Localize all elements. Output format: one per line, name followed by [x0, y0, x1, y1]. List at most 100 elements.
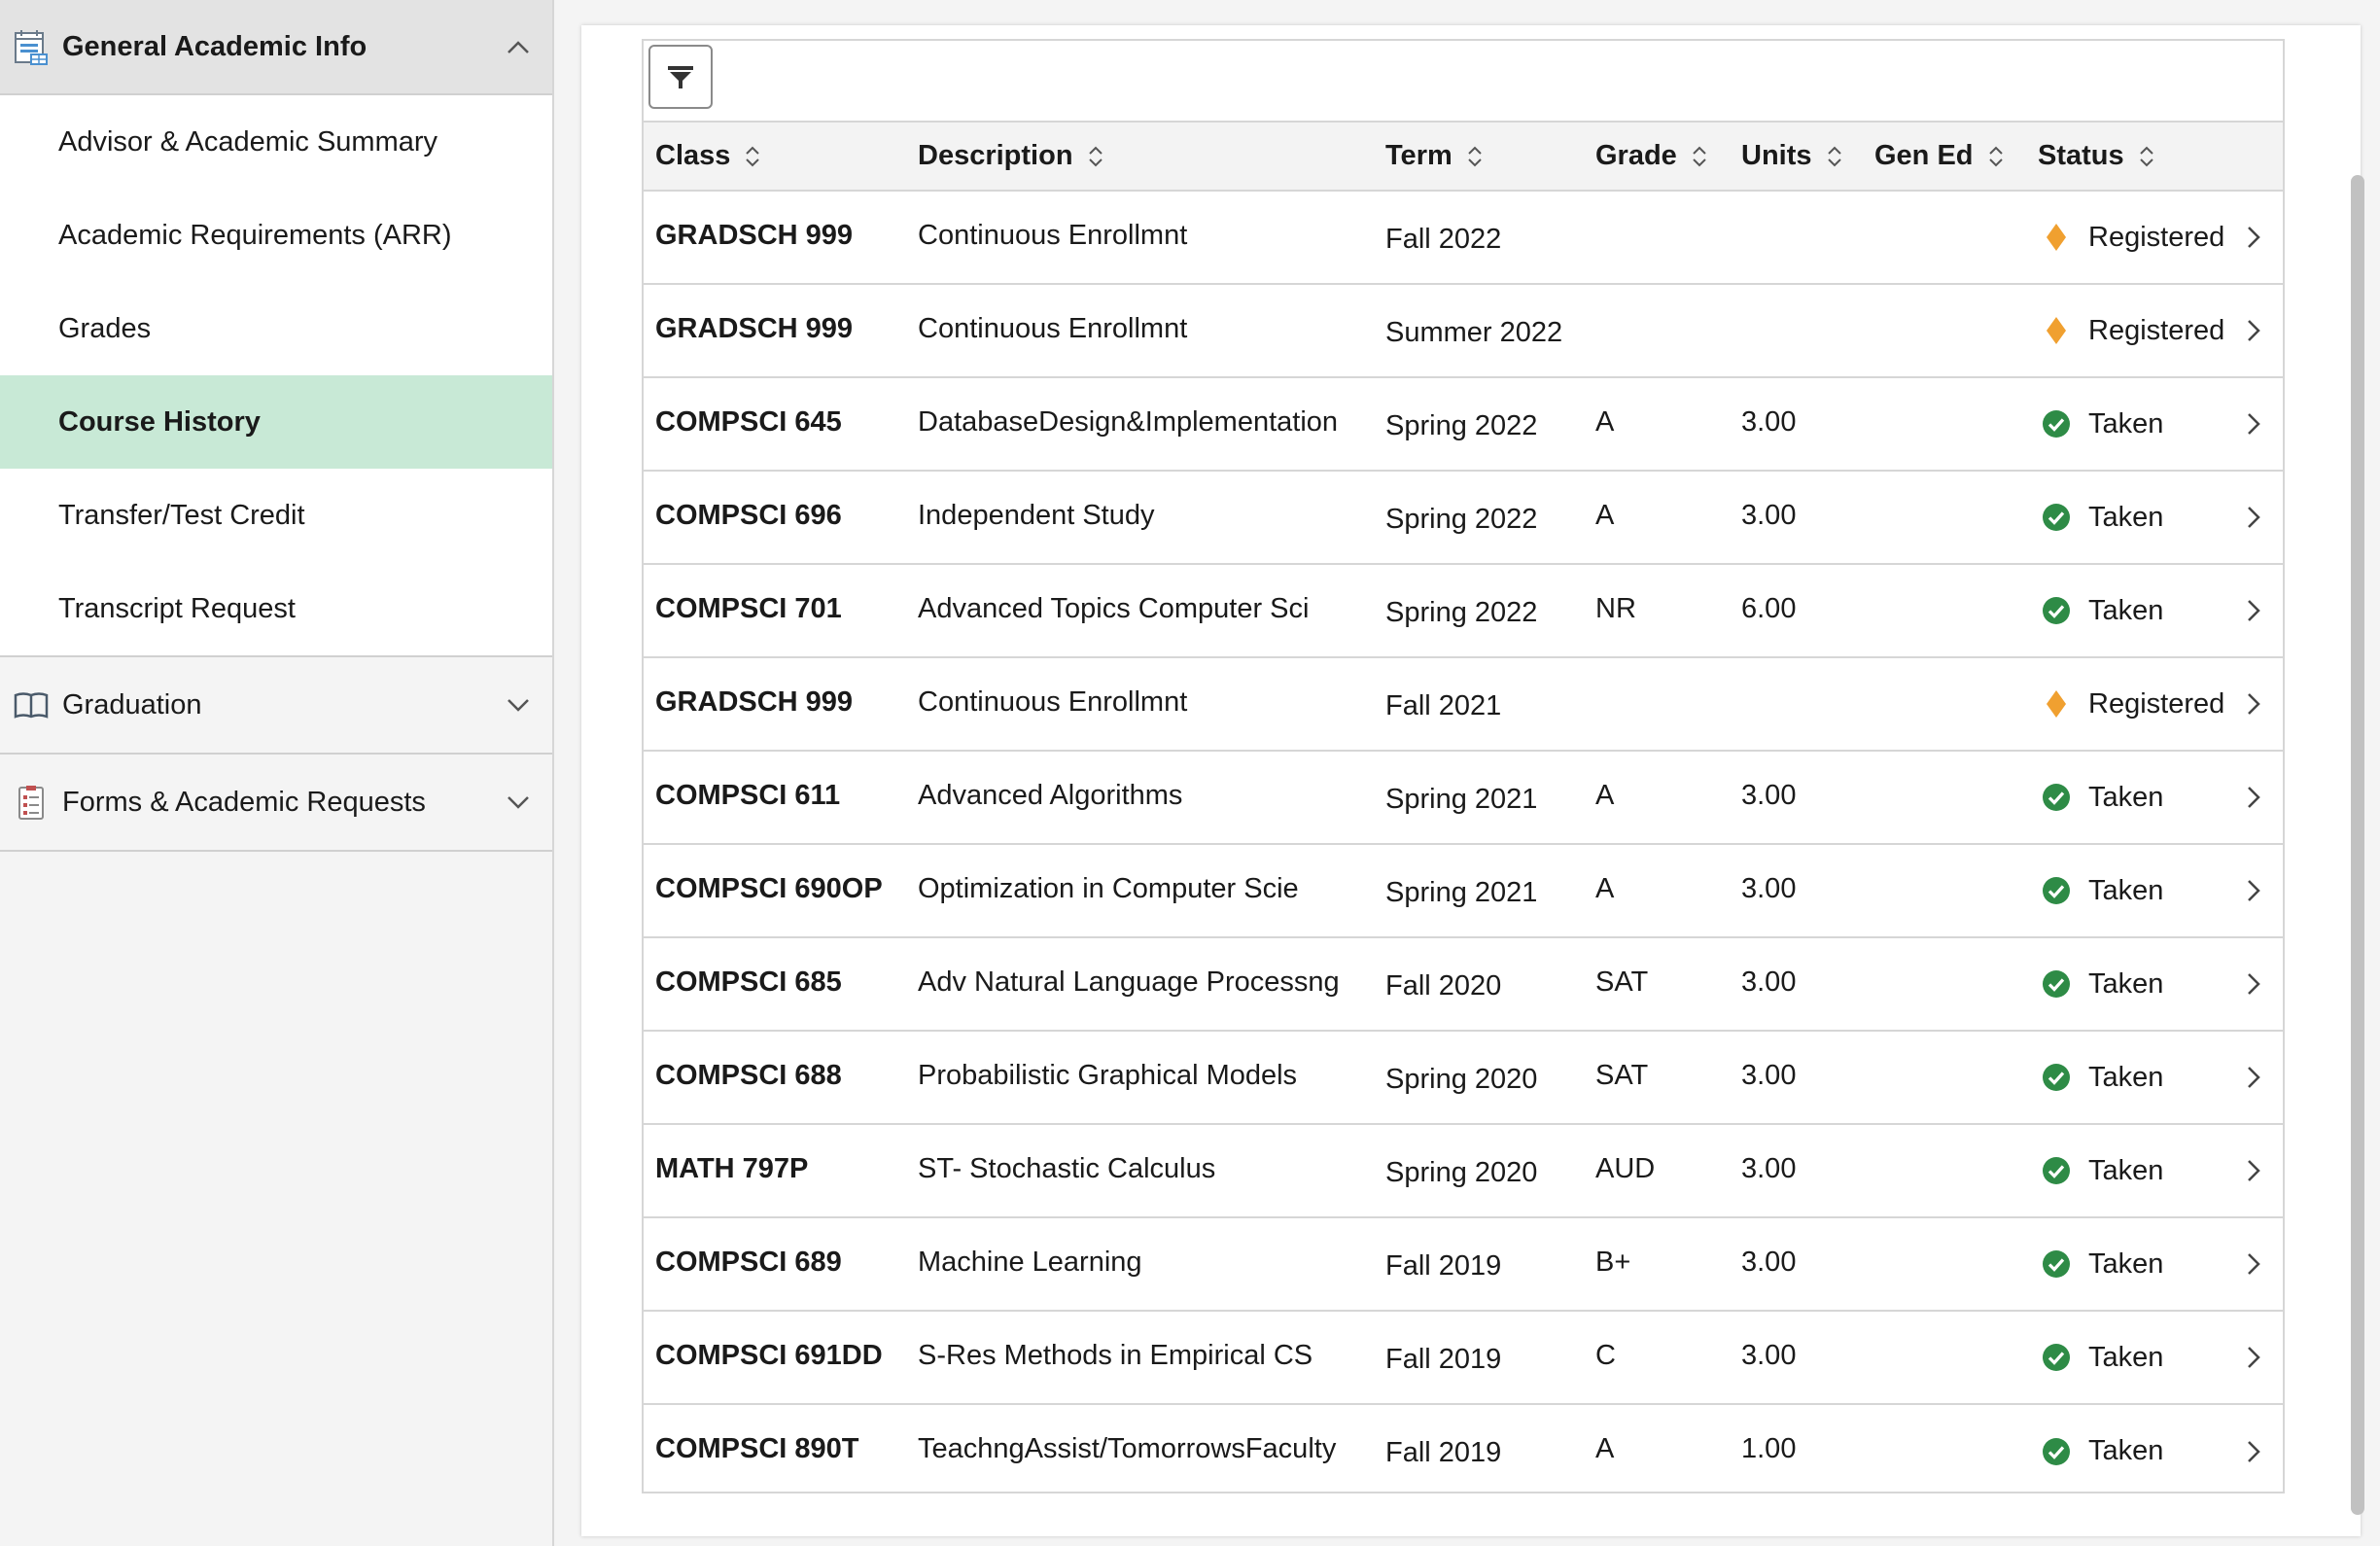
cell-class: COMPSCI 696	[655, 499, 842, 531]
status-label: Taken	[2088, 501, 2164, 533]
sidebar-item-grades[interactable]: Grades	[0, 282, 552, 375]
table-row[interactable]: COMPSCI 685 Adv Natural Language Processn…	[644, 937, 2283, 1031]
cell-description: Optimization in Computer Scie	[918, 872, 1299, 904]
sidebar-item-label: Transfer/Test Credit	[58, 499, 305, 531]
cell-class: COMPSCI 645	[655, 405, 842, 438]
cell-class: COMPSCI 688	[655, 1059, 842, 1091]
cell-gen-ed	[1863, 657, 2026, 751]
chevron-right-icon	[2248, 880, 2260, 901]
table-row[interactable]: COMPSCI 645 DatabaseDesign&Implementation…	[644, 377, 2283, 471]
column-header-status[interactable]: Status	[2026, 123, 2283, 192]
cell-class: COMPSCI 890T	[655, 1433, 859, 1464]
table-row[interactable]: COMPSCI 688 Probabilistic Graphical Model…	[644, 1031, 2283, 1124]
cell-class: COMPSCI 690OP	[655, 872, 883, 904]
status-label: Taken	[2088, 594, 2164, 626]
chevron-up-icon	[508, 41, 529, 53]
cell-grade	[1584, 189, 1730, 282]
table-row[interactable]: GRADSCH 999 Continuous Enrollmnt Fall 2022…	[644, 191, 2283, 284]
section-general-academic-info[interactable]: General Academic Info	[0, 0, 552, 95]
cell-units: 3.00	[1741, 872, 1797, 904]
table-row[interactable]: COMPSCI 890T TeachngAssist/TomorrowsFacul…	[644, 1404, 2283, 1497]
cell-status: Taken	[2026, 471, 2283, 564]
filter-button[interactable]	[648, 45, 713, 109]
column-header-grade[interactable]: Grade	[1584, 123, 1730, 192]
column-header-label: Units	[1741, 140, 1812, 171]
sidebar-item-transcript-request[interactable]: Transcript Request	[0, 562, 552, 655]
cell-class: COMPSCI 701	[655, 592, 842, 624]
cell-term: Spring 2020	[1385, 1063, 1538, 1095]
cell-units: 3.00	[1741, 779, 1797, 811]
sort-icon	[1693, 146, 1706, 167]
table-row[interactable]: MATH 797P ST- Stochastic Calculus Spring 2…	[644, 1124, 2283, 1217]
cell-units	[1730, 282, 1863, 375]
cell-units: 3.00	[1741, 1059, 1797, 1091]
sidebar-item-label: Transcript Request	[58, 592, 296, 624]
cell-grade: A	[1595, 405, 1615, 438]
table-row[interactable]: COMPSCI 691DD S-Res Methods in Empirical …	[644, 1311, 2283, 1404]
cell-units: 3.00	[1741, 1246, 1797, 1278]
sidebar-item-advisor-summary[interactable]: Advisor & Academic Summary	[0, 95, 552, 189]
section-forms-requests[interactable]: Forms & Academic Requests	[0, 755, 552, 852]
cell-description: Adv Natural Language Processng	[918, 966, 1340, 998]
cell-description: DatabaseDesign&Implementation	[918, 405, 1339, 438]
cell-term: Spring 2022	[1385, 503, 1538, 535]
cell-grade: B+	[1595, 1246, 1631, 1278]
cell-status: Taken	[2026, 1124, 2283, 1217]
cell-status: Registered	[2026, 191, 2283, 284]
section-general-label: General Academic Info	[62, 30, 368, 62]
calendar-list-icon	[15, 30, 48, 65]
table-row[interactable]: COMPSCI 689 Machine Learning Fall 2019 B+ 3.…	[644, 1217, 2283, 1311]
sidebar-item-label: Advisor & Academic Summary	[58, 125, 438, 158]
sort-icon	[1088, 146, 1102, 167]
table-row[interactable]: GRADSCH 999 Continuous Enrollmnt Fall 2021…	[644, 657, 2283, 751]
filter-icon	[668, 66, 693, 88]
cell-grade: NR	[1595, 592, 1636, 624]
section-graduation[interactable]: Graduation	[0, 657, 552, 755]
cell-description: Continuous Enrollmnt	[918, 312, 1188, 344]
taken-check-icon	[2043, 504, 2070, 531]
table-row[interactable]: COMPSCI 696 Independent Study Spring 2022 A…	[644, 471, 2283, 564]
sort-icon	[2139, 146, 2153, 167]
table-row[interactable]: COMPSCI 701 Advanced Topics Computer Sci S…	[644, 564, 2283, 657]
table-row[interactable]: COMPSCI 690OP Optimization in Computer Sc…	[644, 844, 2283, 937]
grid-toolbar	[644, 41, 2283, 123]
sidebar-item-course-history[interactable]: Course History	[0, 375, 552, 469]
chevron-right-icon	[2248, 1067, 2260, 1088]
cell-term: Spring 2021	[1385, 876, 1538, 908]
cell-gen-ed	[1863, 1031, 2026, 1124]
section-graduation-label: Graduation	[62, 688, 202, 720]
section-forms-label: Forms & Academic Requests	[62, 786, 426, 818]
cell-description: Probabilistic Graphical Models	[918, 1059, 1298, 1091]
status-label: Taken	[2088, 1154, 2164, 1186]
cell-gen-ed	[1863, 471, 2026, 564]
sidebar-item-transfer-test-credit[interactable]: Transfer/Test Credit	[0, 469, 552, 562]
table-header-row: Class Description Term Grade Units Gen E…	[644, 123, 2283, 192]
taken-check-icon	[2043, 784, 2070, 811]
column-header-description[interactable]: Description	[906, 123, 1374, 192]
chevron-right-icon	[2248, 1253, 2260, 1275]
status-label: Taken	[2088, 1247, 2164, 1280]
cell-status: Taken	[2026, 564, 2283, 657]
cell-term: Spring 2022	[1385, 409, 1538, 441]
sidebar-item-academic-requirements[interactable]: Academic Requirements (ARR)	[0, 189, 552, 282]
sort-icon	[1988, 146, 2003, 167]
cell-grade: SAT	[1595, 966, 1649, 998]
column-header-term[interactable]: Term	[1374, 123, 1584, 192]
cell-grade: SAT	[1595, 1059, 1649, 1091]
column-header-units[interactable]: Units	[1730, 123, 1863, 192]
taken-check-icon	[2043, 970, 2070, 998]
column-header-class[interactable]: Class	[644, 123, 906, 192]
cell-gen-ed	[1863, 844, 2026, 937]
scrollbar-thumb[interactable]	[2351, 175, 2364, 1515]
registered-diamond-icon	[2047, 317, 2066, 344]
status-label: Taken	[2088, 781, 2164, 813]
column-header-label: Gen Ed	[1874, 140, 1974, 171]
cell-status: Taken	[2026, 1031, 2283, 1124]
cell-grade: C	[1595, 1339, 1616, 1371]
cell-term: Fall 2019	[1385, 1343, 1502, 1375]
cell-gen-ed	[1863, 284, 2026, 377]
table-row[interactable]: COMPSCI 611 Advanced Algorithms Spring 202…	[644, 751, 2283, 844]
table-row[interactable]: GRADSCH 999 Continuous Enrollmnt Summer 20…	[644, 284, 2283, 377]
cell-grade: AUD	[1595, 1152, 1656, 1184]
column-header-gen-ed[interactable]: Gen Ed	[1863, 123, 2026, 192]
